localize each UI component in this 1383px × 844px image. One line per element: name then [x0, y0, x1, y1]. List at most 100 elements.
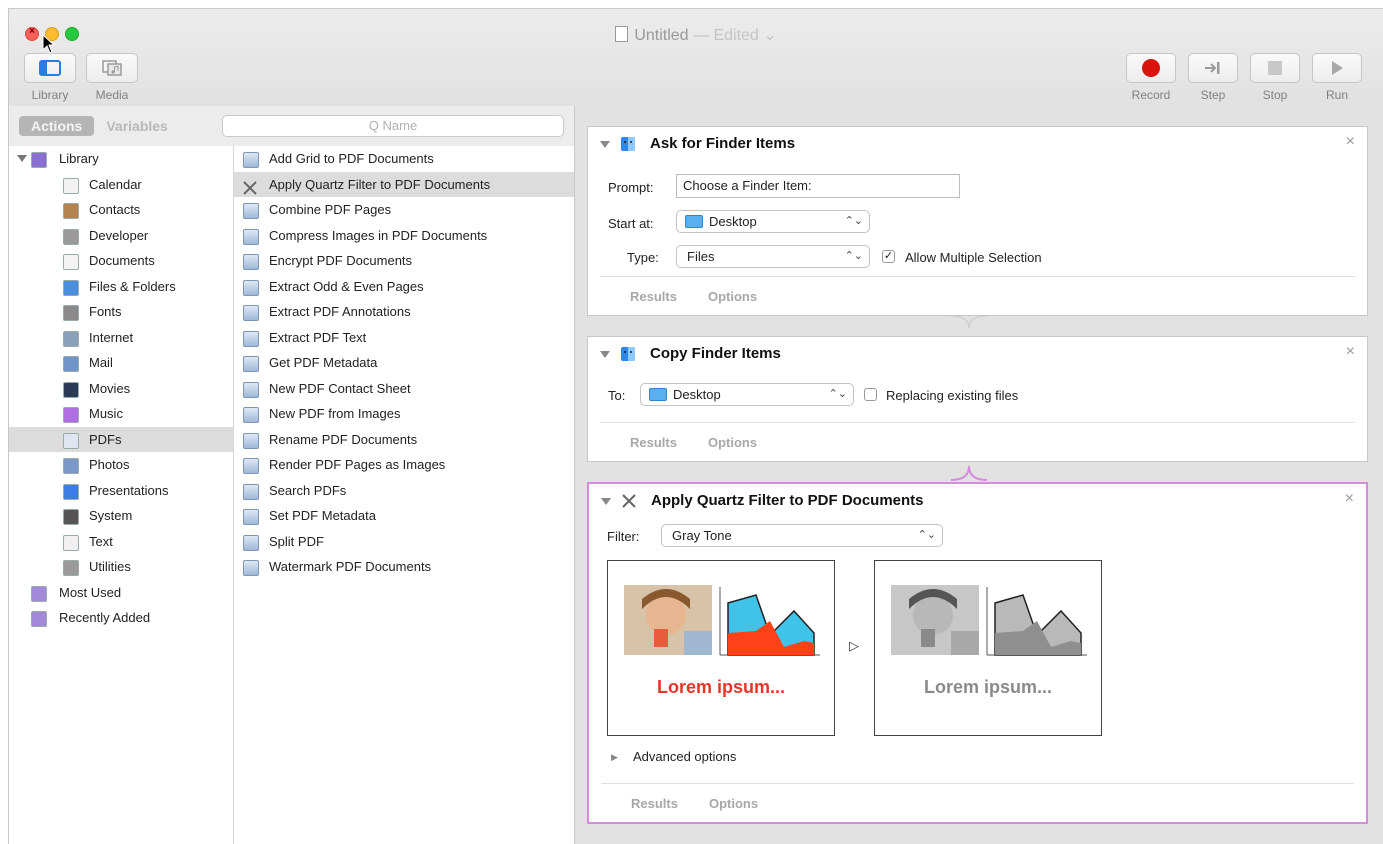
collapse-triangle-icon[interactable] — [601, 498, 611, 505]
options-tab[interactable]: Options — [708, 289, 757, 304]
library-toggle-button[interactable] — [24, 53, 76, 83]
document-name: Untitled — [634, 27, 689, 44]
to-label: To: — [608, 388, 626, 403]
action-item[interactable]: Encrypt PDF Documents — [234, 248, 574, 274]
options-tab[interactable]: Options — [708, 435, 757, 450]
card-title: Ask for Finder Items — [650, 135, 796, 152]
library-item[interactable]: PDFs — [9, 426, 233, 452]
search-input[interactable]: Q Name — [222, 115, 564, 137]
action-item[interactable]: Search PDFs — [234, 478, 574, 504]
library-item-label: Developer — [89, 227, 149, 243]
library-item[interactable]: Developer — [9, 223, 233, 249]
library-item[interactable]: Mail — [9, 350, 233, 376]
action-item[interactable]: Split PDF — [234, 529, 574, 555]
action-item[interactable]: Extract PDF Text — [234, 325, 574, 351]
toolbar: × Untitled — Edited ⌄ Library Media Reco… — [9, 9, 1383, 107]
action-item[interactable]: Get PDF Metadata — [234, 350, 574, 376]
action-item[interactable]: New PDF Contact Sheet — [234, 376, 574, 402]
remove-action-close-icon[interactable]: × — [1345, 490, 1354, 508]
disclosure-triangle-icon[interactable] — [17, 155, 27, 162]
pdf-action-icon — [243, 483, 259, 500]
library-item-label: Text — [89, 533, 113, 549]
remove-action-close-icon[interactable]: × — [1346, 133, 1355, 151]
library-item[interactable]: Music — [9, 401, 233, 427]
allow-multiple-checkbox[interactable]: ✓ — [882, 250, 895, 263]
record-button[interactable] — [1126, 53, 1176, 83]
library-item[interactable]: Presentations — [9, 478, 233, 504]
library-item[interactable]: Library — [9, 146, 233, 172]
card-footer: Results Options — [601, 783, 1354, 822]
actions-list: Add Grid to PDF Documents Apply Quartz Fi… — [234, 146, 574, 844]
category-icon — [63, 177, 79, 194]
action-item[interactable]: Render PDF Pages as Images — [234, 452, 574, 478]
library-item-label: Movies — [89, 380, 131, 396]
library-item[interactable]: Calendar — [9, 172, 233, 198]
category-icon — [31, 611, 47, 627]
library-item[interactable]: Documents — [9, 248, 233, 274]
edited-indicator[interactable]: — Edited ⌄ — [693, 27, 777, 44]
action-item[interactable]: Watermark PDF Documents — [234, 554, 574, 580]
action-item[interactable]: Combine PDF Pages — [234, 197, 574, 223]
stop-icon — [1268, 61, 1282, 75]
action-item[interactable]: Extract Odd & Even Pages — [234, 274, 574, 300]
disclosure-triangle-icon[interactable]: ▶ — [611, 752, 618, 763]
finder-icon — [621, 347, 635, 361]
step-button[interactable] — [1188, 53, 1238, 83]
collapse-triangle-icon[interactable] — [600, 351, 610, 358]
tab-variables[interactable]: Variables — [94, 116, 180, 136]
type-popup[interactable]: Files ⌃⌄ — [676, 245, 870, 268]
action-item[interactable]: Compress Images in PDF Documents — [234, 223, 574, 249]
library-item[interactable]: Files & Folders — [9, 274, 233, 300]
action-item-label: Encrypt PDF Documents — [269, 253, 413, 268]
folder-icon — [685, 215, 703, 228]
replacing-checkbox[interactable] — [864, 388, 877, 401]
library-item[interactable]: Photos — [9, 452, 233, 478]
advanced-options-label[interactable]: Advanced options — [633, 749, 736, 764]
start-at-popup[interactable]: Desktop ⌃⌄ — [676, 210, 870, 233]
run-button[interactable] — [1312, 53, 1362, 83]
action-card-apply-quartz-filter[interactable]: Apply Quartz Filter to PDF Documents × F… — [587, 482, 1368, 824]
action-item-label: Extract PDF Annotations — [269, 304, 411, 319]
pdf-action-icon — [243, 458, 259, 474]
popup-arrows-icon: ⌃⌄ — [844, 215, 863, 227]
library-item[interactable]: Most Used — [9, 580, 233, 606]
library-item[interactable]: Recently Added — [9, 605, 233, 631]
category-icon — [63, 305, 79, 321]
category-icon — [63, 509, 79, 525]
record-icon — [1142, 59, 1160, 77]
results-tab[interactable]: Results — [631, 796, 678, 811]
library-item[interactable]: Internet — [9, 325, 233, 351]
filter-popup[interactable]: Gray Tone ⌃⌄ — [661, 524, 943, 547]
category-icon — [63, 381, 79, 398]
library-item[interactable]: Utilities — [9, 554, 233, 580]
prompt-field[interactable]: Choose a Finder Item: — [676, 174, 960, 198]
pdf-action-icon — [243, 305, 259, 321]
stop-button[interactable] — [1250, 53, 1300, 83]
to-popup[interactable]: Desktop ⌃⌄ — [640, 383, 854, 406]
action-card-ask-for-finder-items[interactable]: Ask for Finder Items × Prompt: Choose a … — [587, 126, 1368, 316]
library-item[interactable]: Contacts — [9, 197, 233, 223]
action-item[interactable]: Extract PDF Annotations — [234, 299, 574, 325]
library-item[interactable]: System — [9, 503, 233, 529]
tab-actions[interactable]: Actions — [19, 116, 95, 136]
options-tab[interactable]: Options — [709, 796, 758, 811]
action-item[interactable]: Apply Quartz Filter to PDF Documents — [234, 171, 574, 197]
remove-action-close-icon[interactable]: × — [1346, 343, 1355, 361]
library-item[interactable]: Fonts — [9, 299, 233, 325]
media-button[interactable] — [86, 53, 138, 83]
action-card-copy-finder-items[interactable]: Copy Finder Items × To: Desktop ⌃⌄ Repla… — [587, 336, 1368, 462]
type-label: Type: — [627, 250, 659, 265]
library-item[interactable]: Text — [9, 529, 233, 555]
action-item[interactable]: Set PDF Metadata — [234, 503, 574, 529]
results-tab[interactable]: Results — [630, 435, 677, 450]
results-tab[interactable]: Results — [630, 289, 677, 304]
card-header: Apply Quartz Filter to PDF Documents × — [589, 484, 1366, 518]
action-item[interactable]: New PDF from Images — [234, 401, 574, 427]
collapse-triangle-icon[interactable] — [600, 141, 610, 148]
action-item[interactable]: Add Grid to PDF Documents — [234, 146, 574, 172]
pdf-action-icon — [243, 152, 259, 168]
library-item[interactable]: Movies — [9, 376, 233, 402]
category-icon — [63, 203, 79, 219]
pdf-action-icon — [243, 356, 259, 372]
action-item[interactable]: Rename PDF Documents — [234, 427, 574, 453]
